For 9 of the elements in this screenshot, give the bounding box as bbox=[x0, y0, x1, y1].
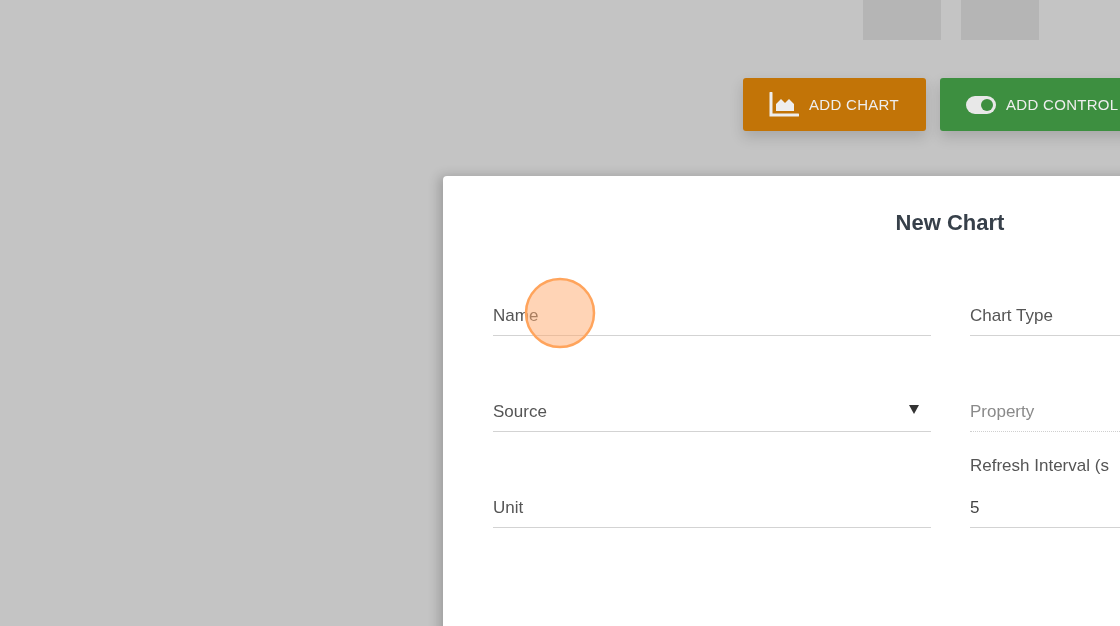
select-field[interactable]: Source bbox=[493, 380, 931, 432]
dropdown-caret-icon bbox=[909, 405, 919, 414]
dialog-title: New Chart bbox=[894, 210, 1006, 236]
floating-label: Refresh Interval (s bbox=[970, 456, 1109, 476]
add-control-button[interactable]: ADD CONTROL bbox=[940, 78, 1120, 131]
input-field[interactable]: Unit bbox=[493, 476, 931, 528]
toggle-icon bbox=[966, 95, 996, 114]
input-field[interactable]: Chart Type bbox=[970, 284, 1120, 336]
area-chart-icon bbox=[769, 91, 799, 118]
